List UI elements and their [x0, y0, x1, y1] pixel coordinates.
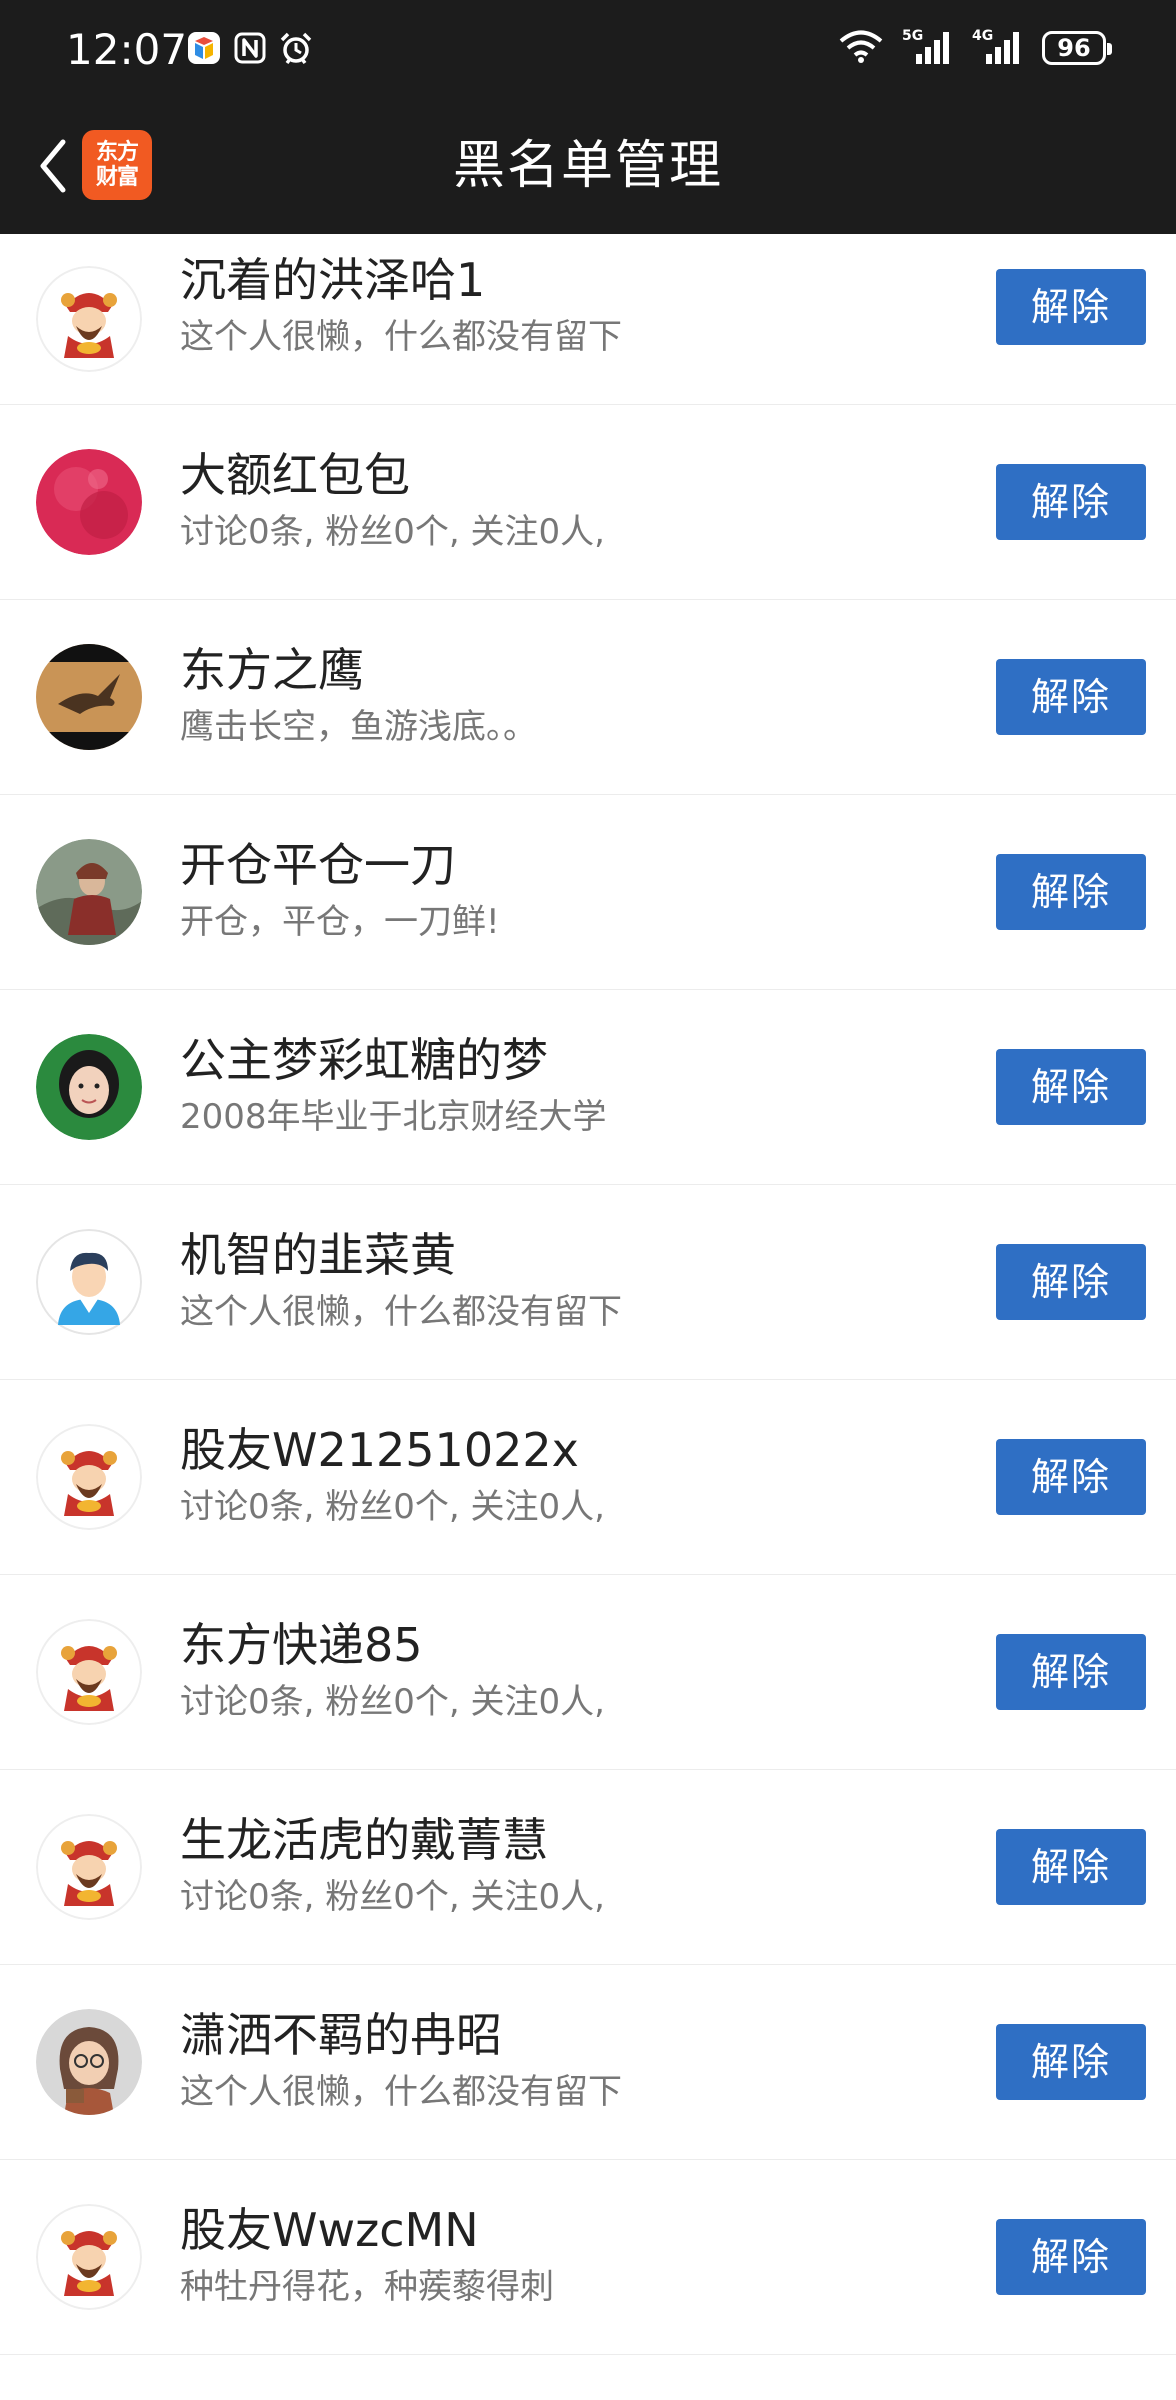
remove-button[interactable]: 解除: [996, 1634, 1146, 1710]
alarm-icon: [278, 30, 314, 66]
page-title: 黑名单管理: [452, 136, 723, 196]
navigation-bar: 东方 财富 黑名单管理: [0, 100, 1176, 234]
user-bio: 鹰击长空，鱼游浅底。。: [180, 707, 537, 747]
default-man-avatar[interactable]: [36, 1229, 142, 1335]
blacklist: 沉着的洪泽哈1 这个人很懒，什么都没有留下 解除 大额红包包 讨论0条, 粉丝0个, 关…: [0, 234, 1176, 2355]
svg-text:4G: 4G: [972, 28, 993, 44]
user-bio: 讨论0条, 粉丝0个, 关注0人,: [180, 512, 605, 552]
remove-button[interactable]: 解除: [996, 269, 1146, 345]
remove-button[interactable]: 解除: [996, 1439, 1146, 1515]
user-name[interactable]: 沉着的洪泽哈1: [180, 250, 485, 310]
user-name[interactable]: 东方之鹰: [180, 640, 364, 700]
nfc-icon: [232, 30, 268, 66]
user-bio: 讨论0条, 粉丝0个, 关注0人,: [180, 1682, 605, 1722]
remove-button[interactable]: 解除: [996, 464, 1146, 540]
blacklist-item[interactable]: 股友W21251022x 讨论0条, 粉丝0个, 关注0人, 解除: [0, 1380, 1176, 1575]
status-bar: 12:07 5G 4G 96: [0, 0, 1176, 100]
remove-button[interactable]: 解除: [996, 854, 1146, 930]
app-notification-icon: [186, 30, 222, 66]
fortune-god-avatar[interactable]: [36, 1619, 142, 1725]
blacklist-item[interactable]: 开仓平仓一刀开仓，平仓，一刀鲜! 解除: [0, 795, 1176, 990]
user-name[interactable]: 股友W21251022x: [180, 1420, 579, 1480]
red-texture-avatar[interactable]: [36, 449, 142, 555]
user-bio: 这个人很懒，什么都没有留下: [180, 2072, 622, 2112]
user-name[interactable]: 生龙活虎的戴菁慧: [180, 1810, 548, 1870]
user-name[interactable]: 开仓平仓一刀: [180, 835, 456, 895]
user-bio: 这个人很懒，什么都没有留下: [180, 317, 622, 357]
fortune-god-avatar[interactable]: [36, 1424, 142, 1530]
user-bio: 2008年毕业于北京财经大学: [180, 1097, 607, 1137]
blacklist-item[interactable]: 东方快递85 讨论0条, 粉丝0个, 关注0人, 解除: [0, 1575, 1176, 1770]
signal-4g-icon: 4G: [972, 26, 1024, 70]
blacklist-item[interactable]: 股友WwzcMN 种牡丹得花，种蒺藜得刺 解除: [0, 2160, 1176, 2355]
remove-button[interactable]: 解除: [996, 1244, 1146, 1320]
user-name[interactable]: 大额红包包: [180, 445, 410, 505]
battery-level: 96: [1057, 34, 1091, 62]
status-time: 12:07: [66, 25, 188, 74]
cartoon-girl-avatar[interactable]: [36, 2009, 142, 2115]
eagle-avatar[interactable]: [36, 644, 142, 750]
wifi-icon: [838, 28, 884, 68]
fortune-god-avatar[interactable]: [36, 266, 142, 372]
status-right-icons: 5G 4G 96: [838, 26, 1112, 70]
user-name[interactable]: 机智的韭菜黄: [180, 1225, 456, 1285]
remove-button[interactable]: 解除: [996, 1829, 1146, 1905]
blacklist-item[interactable]: 沉着的洪泽哈1 这个人很懒，什么都没有留下 解除: [0, 234, 1176, 405]
blacklist-item[interactable]: 潇洒不羁的冉昭这个人很懒，什么都没有留下 解除: [0, 1965, 1176, 2160]
user-bio: 种牡丹得花，种蒺藜得刺: [180, 2267, 554, 2307]
user-bio: 讨论0条, 粉丝0个, 关注0人,: [180, 1877, 605, 1917]
blacklist-item[interactable]: 机智的韭菜黄这个人很懒，什么都没有留下 解除: [0, 1185, 1176, 1380]
fortune-god-avatar[interactable]: [36, 2204, 142, 2310]
svg-text:5G: 5G: [902, 28, 923, 44]
fortune-god-avatar[interactable]: [36, 1814, 142, 1920]
user-name[interactable]: 东方快递85: [180, 1615, 423, 1675]
blacklist-item[interactable]: 公主梦彩虹糖的梦 2008年毕业于北京财经大学 解除: [0, 990, 1176, 1185]
blacklist-item[interactable]: 大额红包包讨论0条, 粉丝0个, 关注0人, 解除: [0, 405, 1176, 600]
user-name[interactable]: 潇洒不羁的冉昭: [180, 2005, 502, 2065]
status-left-icons: [186, 30, 314, 66]
remove-button[interactable]: 解除: [996, 1049, 1146, 1125]
user-bio: 开仓，平仓，一刀鲜!: [180, 902, 500, 942]
girl-photo-avatar[interactable]: [36, 1034, 142, 1140]
user-bio: 这个人很懒，什么都没有留下: [180, 1292, 622, 1332]
remove-button[interactable]: 解除: [996, 659, 1146, 735]
blacklist-item[interactable]: 东方之鹰鹰击长空，鱼游浅底。。 解除: [0, 600, 1176, 795]
blacklist-item[interactable]: 生龙活虎的戴菁慧讨论0条, 粉丝0个, 关注0人, 解除: [0, 1770, 1176, 1965]
warrior-avatar[interactable]: [36, 839, 142, 945]
signal-5g-icon: 5G: [902, 26, 954, 70]
user-bio: 讨论0条, 粉丝0个, 关注0人,: [180, 1487, 605, 1527]
remove-button[interactable]: 解除: [996, 2219, 1146, 2295]
battery-icon: 96: [1042, 31, 1112, 65]
user-name[interactable]: 公主梦彩虹糖的梦: [180, 1030, 548, 1090]
remove-button[interactable]: 解除: [996, 2024, 1146, 2100]
user-name[interactable]: 股友WwzcMN: [180, 2200, 479, 2260]
